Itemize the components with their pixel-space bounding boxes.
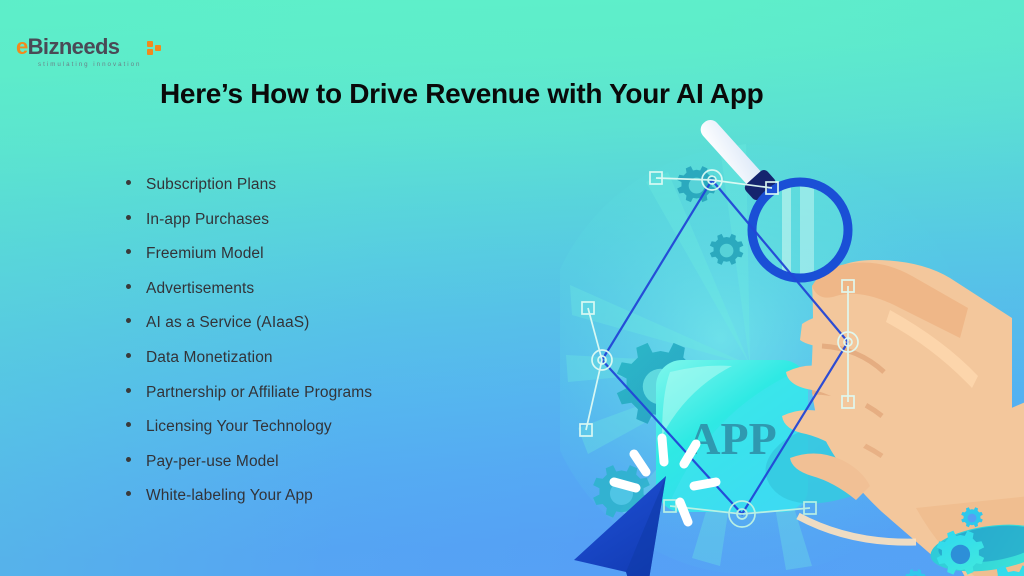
list-item: Advertisements xyxy=(126,280,556,315)
list-item: Freemium Model xyxy=(126,245,556,280)
page-title: Here’s How to Drive Revenue with Your AI… xyxy=(160,78,764,109)
list-item-label: Pay-per-use Model xyxy=(146,452,279,470)
list-item: Partnership or Affiliate Programs xyxy=(126,384,556,419)
bullet-dot-icon xyxy=(126,352,131,358)
bullet-dot-icon xyxy=(126,180,131,185)
list-item-label: White-labeling Your App xyxy=(146,487,313,505)
list-item-label: Partnership or Affiliate Programs xyxy=(146,383,373,401)
app-card-label: APP xyxy=(687,413,776,464)
hero-illustration: APP xyxy=(560,110,1024,576)
bullet-dot-icon xyxy=(126,249,131,255)
bullet-dot-icon xyxy=(126,491,131,497)
list-item-label: In-app Purchases xyxy=(146,210,270,228)
bullet-dot-icon xyxy=(126,456,131,462)
logo-chevron-icon xyxy=(147,41,161,55)
brand-logo[interactable]: eBizneeds stimulating innovation xyxy=(16,36,186,72)
list-item-label: Freemium Model xyxy=(146,245,264,263)
list-item-label: AI as a Service (AIaaS) xyxy=(146,314,310,332)
list-item-label: Advertisements xyxy=(146,279,255,297)
list-item: In-app Purchases xyxy=(126,211,556,246)
revenue-strategy-list: Subscription Plans In-app Purchases Free… xyxy=(126,176,556,522)
logo-wordmark-rest: Bizneeds xyxy=(27,34,120,59)
bullet-dot-icon xyxy=(126,318,131,324)
list-item: Licensing Your Technology xyxy=(126,418,556,453)
list-item: White-labeling Your App xyxy=(126,487,556,522)
list-item-label: Data Monetization xyxy=(146,348,273,366)
bullet-dot-icon xyxy=(126,214,131,220)
list-item: Data Monetization xyxy=(126,349,556,384)
logo-accent-letter: e xyxy=(16,34,28,59)
list-item-label: Licensing Your Technology xyxy=(146,418,332,436)
list-item: AI as a Service (AIaaS) xyxy=(126,314,556,349)
list-item-label: Subscription Plans xyxy=(146,176,277,193)
banner-root: eBizneeds stimulating innovation Here’s … xyxy=(0,0,1024,576)
bullet-dot-icon xyxy=(126,387,131,393)
list-item: Subscription Plans xyxy=(126,176,556,211)
gear-icon xyxy=(905,569,926,576)
bullet-dot-icon xyxy=(126,283,131,289)
list-item: Pay-per-use Model xyxy=(126,453,556,488)
logo-tagline: stimulating innovation xyxy=(38,61,142,68)
bullet-dot-icon xyxy=(126,422,131,428)
